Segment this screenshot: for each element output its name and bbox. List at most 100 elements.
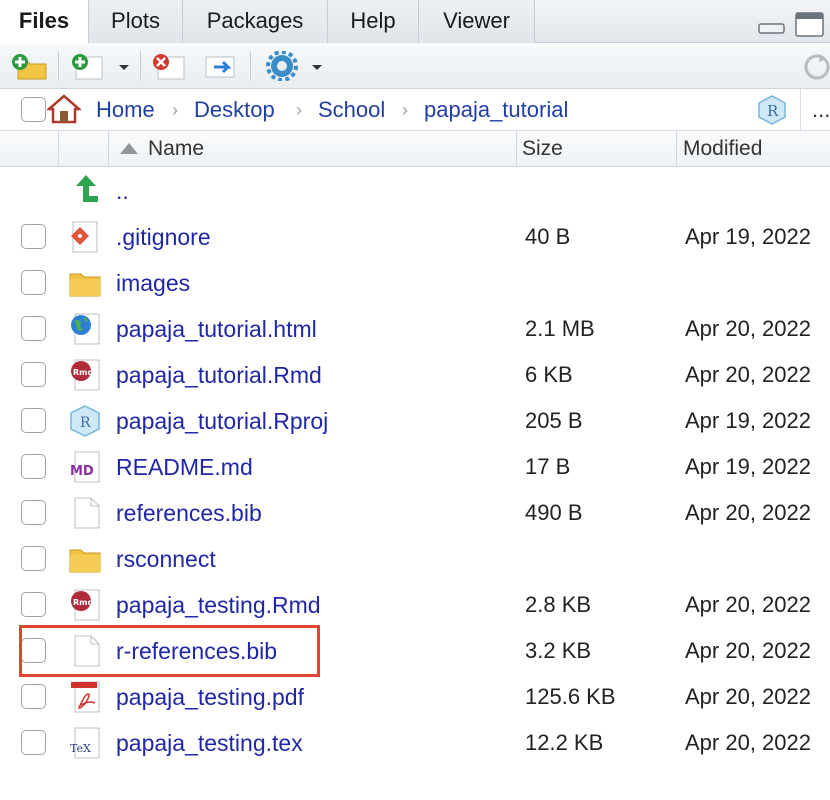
- file-row[interactable]: papaja_testing.pdf 125.6 KB Apr 20, 2022: [0, 674, 830, 720]
- svg-text:TeX: TeX: [70, 742, 91, 755]
- file-modified: Apr 20, 2022: [685, 638, 811, 663]
- file-row[interactable]: Rpapaja_tutorial.Rproj 205 B Apr 19, 2022: [0, 398, 830, 444]
- highlight-box: [19, 625, 320, 677]
- svg-text:R: R: [80, 415, 91, 431]
- file-modified: Apr 20, 2022: [685, 684, 811, 709]
- file-name-link[interactable]: papaja_tutorial.Rmd: [116, 352, 322, 398]
- file-name-link[interactable]: README.md: [116, 444, 253, 490]
- delete-icon[interactable]: [150, 51, 190, 81]
- minimize-pane-icon[interactable]: [758, 12, 786, 36]
- new-file-dropdown-icon[interactable]: [115, 51, 133, 81]
- more-dropdown-icon[interactable]: [308, 51, 326, 81]
- file-name-link[interactable]: .gitignore: [116, 214, 211, 260]
- file-name-link[interactable]: images: [116, 260, 190, 306]
- file-size: 12.2 KB: [525, 730, 604, 755]
- breadcrumb: Home › Desktop › School › papaja_tutoria…: [0, 89, 830, 131]
- git-file-icon: [71, 221, 98, 253]
- html-globe-icon: [71, 313, 100, 345]
- pdf-file-icon: [71, 681, 100, 713]
- file-name-link[interactable]: papaja_testing.pdf: [116, 674, 304, 720]
- file-row[interactable]: .gitignore 40 B Apr 19, 2022: [0, 214, 830, 260]
- file-name-link[interactable]: papaja_tutorial.Rproj: [116, 398, 328, 444]
- tab-viewer[interactable]: Viewer: [419, 0, 535, 43]
- tab-packages[interactable]: Packages: [183, 0, 328, 43]
- file-row-checkbox[interactable]: [21, 270, 46, 295]
- tex-file-icon: TeX: [70, 727, 100, 759]
- file-row-checkbox[interactable]: [21, 500, 46, 525]
- file-row[interactable]: TeX papaja_testing.tex 12.2 KB Apr 20, 2022: [0, 720, 830, 766]
- rmd-file-icon: Rmd: [71, 589, 100, 621]
- file-row-checkbox[interactable]: [21, 454, 46, 479]
- pane-tab-bar: Files Plots Packages Help Viewer: [0, 0, 830, 44]
- file-modified: Apr 19, 2022: [685, 454, 811, 479]
- file-row[interactable]: Rmd papaja_tutorial.Rmd 6 KB Apr 20, 2022: [0, 352, 830, 398]
- breadcrumb-overflow[interactable]: ...: [812, 89, 830, 131]
- file-modified: Apr 19, 2022: [685, 408, 811, 433]
- home-icon[interactable]: [47, 93, 81, 125]
- text-file-icon: [74, 497, 100, 529]
- file-size: 2.8 KB: [525, 592, 592, 617]
- file-size: 40 B: [525, 224, 571, 249]
- file-row-checkbox[interactable]: [21, 408, 46, 433]
- svg-text:Rmd: Rmd: [73, 368, 93, 377]
- file-name-link[interactable]: references.bib: [116, 490, 262, 536]
- file-row-checkbox[interactable]: [21, 362, 46, 387]
- tab-plots[interactable]: Plots: [89, 0, 183, 43]
- breadcrumb-desktop[interactable]: Desktop: [194, 89, 275, 131]
- file-modified: Apr 20, 2022: [685, 592, 811, 617]
- file-row-checkbox[interactable]: [21, 684, 46, 709]
- file-modified: Apr 20, 2022: [685, 316, 811, 341]
- go-to-project-icon[interactable]: R: [756, 94, 788, 126]
- file-row[interactable]: papaja_tutorial.html 2.1 MB Apr 20, 2022: [0, 306, 830, 352]
- tab-files[interactable]: Files: [0, 0, 89, 44]
- tab-help[interactable]: Help: [328, 0, 419, 43]
- file-row[interactable]: rsconnect: [0, 536, 830, 582]
- folder-icon: [69, 273, 101, 297]
- column-header-modified[interactable]: Modified: [683, 131, 762, 167]
- breadcrumb-papaja-tutorial[interactable]: papaja_tutorial: [424, 89, 568, 131]
- breadcrumb-separator-icon: ›: [402, 100, 408, 120]
- file-size: 125.6 KB: [525, 684, 616, 709]
- file-row[interactable]: references.bib 490 B Apr 20, 2022: [0, 490, 830, 536]
- file-modified: Apr 20, 2022: [685, 500, 811, 525]
- file-modified: Apr 20, 2022: [685, 362, 811, 387]
- file-row-checkbox[interactable]: [21, 316, 46, 341]
- rename-icon[interactable]: [202, 51, 242, 81]
- markdown-file-icon: MD: [70, 451, 100, 483]
- rmd-file-icon: Rmd: [71, 359, 100, 391]
- svg-text:Rmd: Rmd: [73, 598, 93, 607]
- file-row-checkbox[interactable]: [21, 546, 46, 571]
- select-all-checkbox[interactable]: [21, 97, 46, 122]
- file-name-link[interactable]: rsconnect: [116, 536, 216, 582]
- file-size: 6 KB: [525, 362, 573, 387]
- file-size: 2.1 MB: [525, 316, 595, 341]
- file-name-link[interactable]: papaja_testing.Rmd: [116, 582, 321, 628]
- file-row-checkbox[interactable]: [21, 730, 46, 755]
- new-file-icon[interactable]: [68, 51, 108, 81]
- file-list-header: Name Size Modified: [0, 131, 830, 167]
- parent-directory-icon[interactable]: [68, 172, 102, 206]
- svg-text:R: R: [767, 102, 779, 120]
- sort-ascending-icon: [120, 143, 138, 154]
- file-name-link[interactable]: papaja_tutorial.html: [116, 306, 317, 352]
- new-folder-icon[interactable]: [10, 51, 50, 81]
- refresh-icon[interactable]: [800, 51, 830, 81]
- file-row[interactable]: Rmd papaja_testing.Rmd 2.8 KB Apr 20, 2022: [0, 582, 830, 628]
- file-row[interactable]: MD README.md 17 B Apr 19, 2022: [0, 444, 830, 490]
- breadcrumb-separator-icon: ›: [172, 100, 178, 120]
- maximize-pane-icon[interactable]: [795, 12, 825, 38]
- breadcrumb-school[interactable]: School: [318, 89, 385, 131]
- column-header-name[interactable]: Name: [148, 131, 204, 167]
- folder-icon: [69, 549, 101, 573]
- parent-directory-link[interactable]: ..: [116, 168, 129, 214]
- file-row-checkbox[interactable]: [21, 224, 46, 249]
- file-row[interactable]: images: [0, 260, 830, 306]
- file-row-checkbox[interactable]: [21, 592, 46, 617]
- breadcrumb-home[interactable]: Home: [96, 89, 155, 131]
- file-size: 3.2 KB: [525, 638, 592, 663]
- parent-directory-row[interactable]: ..: [0, 168, 830, 214]
- more-gear-icon[interactable]: [262, 51, 302, 81]
- file-name-link[interactable]: papaja_testing.tex: [116, 720, 303, 766]
- file-modified: Apr 19, 2022: [685, 224, 811, 249]
- column-header-size[interactable]: Size: [522, 131, 563, 167]
